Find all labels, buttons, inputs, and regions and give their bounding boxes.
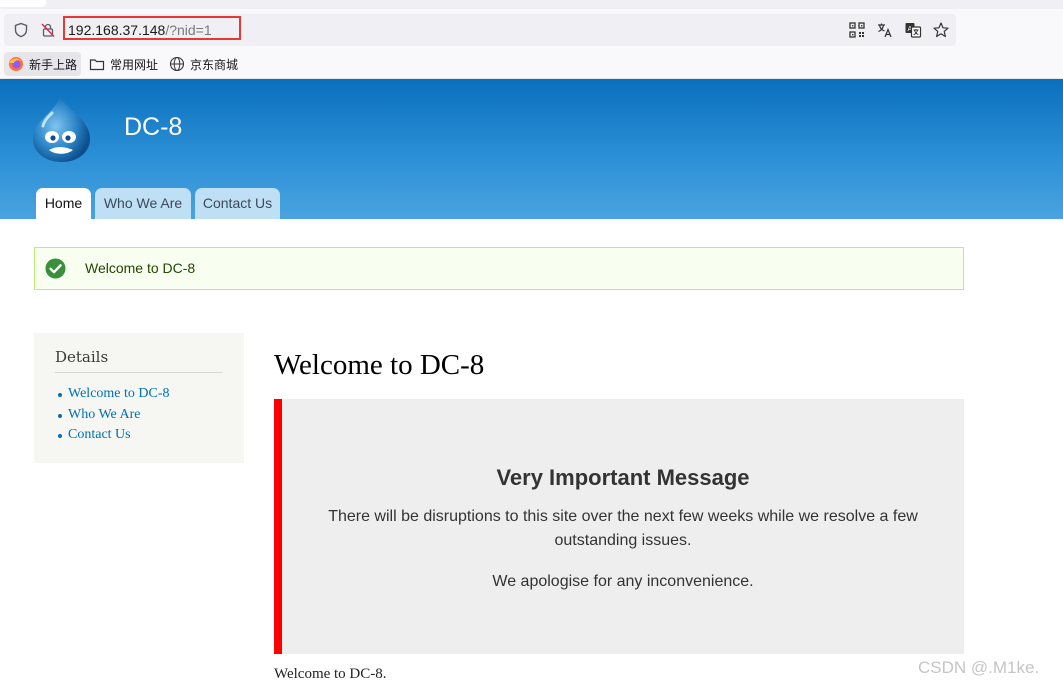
bookmark-common-sites[interactable]: 常用网址 xyxy=(85,52,162,76)
sidebar-link-welcome[interactable]: Welcome to DC-8 xyxy=(58,384,170,405)
watermark: CSDN @.M1ke. xyxy=(918,658,1040,677)
browser-tab[interactable] xyxy=(0,0,46,7)
browser-toolbar: 192.168.37.148/?nid=1 A xyxy=(0,9,1063,49)
address-bar[interactable]: 192.168.37.148/?nid=1 A xyxy=(4,14,956,46)
tab-who-we-are[interactable]: Who We Are xyxy=(95,188,191,219)
message-apology: We apologise for any inconvenience. xyxy=(492,573,754,590)
sidebar-link-who-we-are[interactable]: Who We Are xyxy=(58,405,170,426)
shield-icon[interactable] xyxy=(13,22,29,38)
status-text: Welcome to DC-8 xyxy=(85,260,196,276)
folder-icon xyxy=(89,59,105,71)
firefox-icon xyxy=(9,57,23,71)
tab-home[interactable]: Home xyxy=(36,188,91,219)
status-message: Welcome to DC-8 xyxy=(34,247,964,290)
bookmark-label: 常用网址 xyxy=(110,57,159,72)
sidebar-details: Details Welcome to DC-8 Who We Are Conta… xyxy=(34,333,244,463)
check-circle-icon xyxy=(45,258,66,279)
site-header: DC-8 Home Who We Are Contact Us xyxy=(0,79,1063,219)
sidebar-menu: Welcome to DC-8 Who We Are Contact Us xyxy=(58,384,170,446)
bookmark-star-icon[interactable] xyxy=(932,21,950,39)
bookmark-jd[interactable]: 京东商城 xyxy=(165,52,242,76)
url-path: /?nid=1 xyxy=(165,22,212,38)
qr-code-icon[interactable] xyxy=(848,21,866,39)
url-text[interactable]: 192.168.37.148/?nid=1 xyxy=(68,21,212,39)
bookmark-label: 京东商城 xyxy=(190,57,239,72)
important-message-box: Very Important Message There will be dis… xyxy=(274,399,964,654)
page-translate-icon[interactable]: A xyxy=(904,21,922,39)
bookmark-getting-started[interactable]: 新手上路 xyxy=(4,52,82,76)
body-text: Welcome to DC-8. xyxy=(274,666,387,682)
url-host: 192.168.37.148 xyxy=(68,22,166,38)
insecure-lock-icon[interactable] xyxy=(40,22,56,38)
bookmark-label: 新手上路 xyxy=(29,57,78,72)
sidebar-title: Details xyxy=(55,348,222,373)
drupal-logo-icon[interactable] xyxy=(30,95,94,165)
site-name[interactable]: DC-8 xyxy=(124,112,182,142)
globe-icon xyxy=(169,56,185,72)
translate-icon[interactable] xyxy=(876,21,894,39)
bookmarks-bar: 新手上路 常用网址 京东商城 xyxy=(0,49,1063,79)
page-title: Welcome to DC-8 xyxy=(274,349,485,381)
message-body: There will be disruptions to this site o… xyxy=(328,508,918,549)
tab-contact-us[interactable]: Contact Us xyxy=(195,188,280,219)
message-heading: Very Important Message xyxy=(496,465,750,490)
sidebar-link-contact-us[interactable]: Contact Us xyxy=(58,425,170,446)
tab-strip xyxy=(0,0,1063,9)
